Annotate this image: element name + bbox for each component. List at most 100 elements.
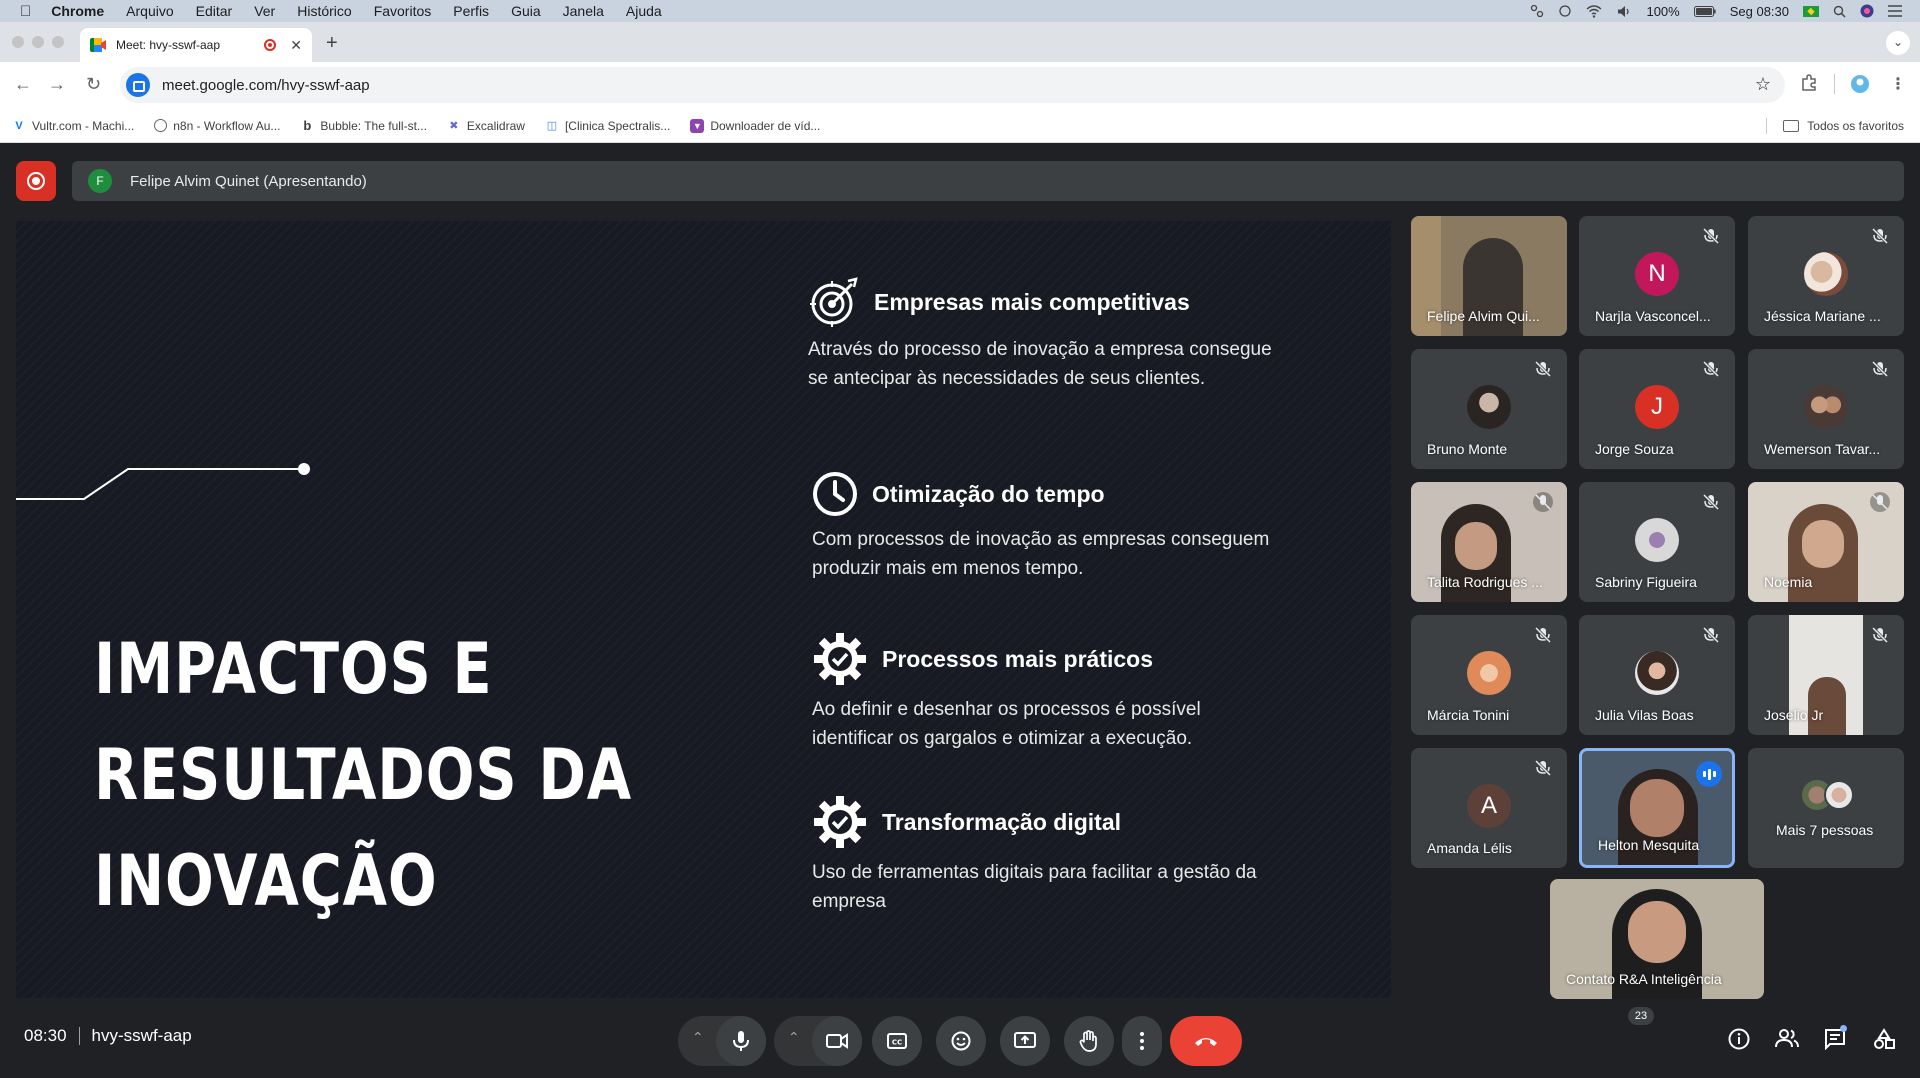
menu-ajuda[interactable]: Ajuda (626, 3, 662, 19)
menu-favoritos[interactable]: Favoritos (374, 3, 432, 19)
bookmark-label: Excalidraw (466, 118, 525, 133)
bookmark-clinica[interactable]: ◫ [Clinica Spectralis... (545, 118, 671, 133)
mic-button[interactable] (716, 1016, 766, 1066)
participant-avatar (1824, 780, 1854, 810)
menu-ver[interactable]: Ver (254, 3, 275, 19)
bookmark-bubble[interactable]: b Bubble: The full-st... (300, 117, 426, 133)
spotlight-search-icon[interactable] (1833, 5, 1846, 18)
participant-tile[interactable]: Julia Vilas Boas (1579, 615, 1735, 735)
more-participants-tile[interactable]: Mais 7 pessoas (1748, 748, 1904, 868)
participant-tile[interactable]: Noemia (1748, 482, 1904, 602)
siri-icon[interactable] (1860, 4, 1874, 18)
participant-tile[interactable]: Bruno Monte (1411, 349, 1567, 469)
browser-tab-meet[interactable]: Meet: hvy-sswf-aap ✕ (80, 28, 312, 62)
camera-icon (826, 1033, 848, 1049)
menu-historico[interactable]: Histórico (297, 3, 351, 19)
reload-icon[interactable]: ↻ (86, 74, 101, 95)
brazil-flag-icon[interactable] (1803, 5, 1819, 17)
captions-button[interactable]: CC (872, 1016, 922, 1066)
present-screen-button[interactable] (1000, 1016, 1050, 1066)
bookmark-n8n[interactable]: n8n - Workflow Au... (154, 119, 280, 133)
participant-tile[interactable]: A Amanda Lélis (1411, 748, 1567, 868)
window-minimize-button[interactable] (32, 36, 44, 48)
bookmark-vultr[interactable]: V Vultr.com - Machi... (12, 119, 134, 133)
macos-menu-bar:  Chrome Arquivo Editar Ver Histórico Fa… (0, 0, 1920, 22)
participant-tile[interactable]: Felipe Alvim Qui... (1411, 216, 1567, 336)
profile-avatar-icon[interactable] (1850, 74, 1870, 94)
camera-button[interactable] (812, 1016, 862, 1066)
meeting-details-info-icon[interactable] (1728, 1028, 1750, 1050)
menu-janela[interactable]: Janela (563, 3, 604, 19)
gear-check-icon (814, 796, 866, 848)
participant-tile[interactable]: Talita Rodrigues ... (1411, 482, 1567, 602)
airplay-icon[interactable] (1558, 4, 1572, 18)
back-arrow-icon[interactable]: ← (14, 74, 32, 95)
participant-tile[interactable]: J Jorge Souza (1579, 349, 1735, 469)
presenter-banner[interactable]: F Felipe Alvim Quinet (Apresentando) (72, 161, 1904, 201)
participant-tile-active-speaker[interactable]: Helton Mesquita (1579, 748, 1735, 868)
apple-icon[interactable]:  (20, 3, 31, 20)
bookmark-label: Vultr.com - Machi... (32, 118, 135, 133)
all-bookmarks-button[interactable]: Todos os favoritos (1766, 109, 1904, 143)
people-icon[interactable] (1775, 1028, 1799, 1048)
slide-item-desc-line: se antecipar às necessidades de seus cli… (808, 368, 1206, 389)
new-tab-button[interactable]: + (326, 32, 338, 55)
menu-app-name[interactable]: Chrome (51, 3, 104, 19)
participant-avatar (1467, 651, 1511, 695)
window-close-button[interactable] (12, 36, 24, 48)
menu-guia[interactable]: Guia (511, 3, 541, 19)
notification-center-icon[interactable] (1888, 5, 1902, 17)
participant-tile[interactable]: Joselio Jr (1748, 615, 1904, 735)
activities-icon[interactable] (1873, 1028, 1895, 1050)
camera-options-chevron-icon[interactable]: ⌃ (788, 1029, 800, 1046)
browser-tab-strip: Meet: hvy-sswf-aap ✕ + ⌄ (0, 22, 1920, 62)
svg-text:CC: CC (892, 1039, 902, 1047)
menu-editar[interactable]: Editar (196, 3, 233, 19)
participant-tile[interactable]: Márcia Tonini (1411, 615, 1567, 735)
participant-avatar: A (1467, 784, 1511, 828)
control-center-icon[interactable] (1530, 4, 1544, 18)
bookmark-label: [Clinica Spectralis... (564, 118, 671, 133)
url-text[interactable]: meet.google.com/hvy-sswf-aap (162, 77, 370, 94)
google-meet-favicon-icon (90, 38, 106, 52)
bookmark-star-icon[interactable]: ☆ (1755, 74, 1771, 95)
mic-icon (733, 1031, 749, 1051)
extensions-puzzle-icon[interactable] (1800, 74, 1818, 92)
bookmark-downloader[interactable]: ▼ Downloader de víd... (690, 118, 820, 133)
participant-avatar (1467, 385, 1511, 429)
tab-recording-indicator-icon (264, 39, 277, 51)
wifi-icon[interactable] (1586, 4, 1602, 18)
participant-tile[interactable]: Contato R&A Inteligência (1550, 879, 1764, 999)
raise-hand-button[interactable] (1064, 1016, 1114, 1066)
mic-off-icon (1534, 626, 1552, 644)
participant-name: Julia Vilas Boas (1595, 707, 1694, 723)
battery-icon[interactable] (1693, 5, 1716, 17)
chrome-menu-icon[interactable]: ⋮ (1890, 74, 1906, 94)
bubble-icon: b (303, 117, 312, 133)
forward-arrow-icon[interactable]: → (48, 74, 66, 95)
clinic-icon: ◫ (546, 119, 558, 132)
more-options-button[interactable] (1122, 1016, 1162, 1066)
participant-tile[interactable]: Sabriny Figueira (1579, 482, 1735, 602)
window-zoom-button[interactable] (52, 36, 64, 48)
participant-tile[interactable]: Wemerson Tavar... (1748, 349, 1904, 469)
slide-item-processos: Processos mais práticos Ao definir e des… (812, 631, 1372, 753)
menu-arquivo[interactable]: Arquivo (126, 3, 173, 19)
participant-name: Narjla Vasconcel... (1595, 308, 1711, 324)
participant-tile[interactable]: N Narjla Vasconcel... (1579, 216, 1735, 336)
bookmark-excalidraw[interactable]: ✖ Excalidraw (447, 119, 525, 133)
recording-button[interactable] (16, 161, 56, 201)
tab-close-icon[interactable]: ✕ (290, 37, 302, 54)
menu-perfis[interactable]: Perfis (453, 3, 489, 19)
reactions-button[interactable] (936, 1016, 986, 1066)
participant-tile[interactable]: Jéssica Mariane ... (1748, 216, 1904, 336)
video-feed (1808, 677, 1846, 735)
battery-percent: 100% (1646, 3, 1680, 19)
leave-call-button[interactable] (1170, 1016, 1242, 1066)
meeting-info: 08:30 hvy-sswf-aap (24, 1026, 192, 1046)
volume-icon[interactable] (1616, 5, 1632, 18)
mic-options-chevron-icon[interactable]: ⌃ (692, 1029, 704, 1046)
tab-search-chevron-icon[interactable]: ⌄ (1886, 31, 1910, 55)
address-bar[interactable]: meet.google.com/hvy-sswf-aap ☆ (120, 67, 1785, 103)
site-info-icon[interactable] (126, 73, 150, 97)
